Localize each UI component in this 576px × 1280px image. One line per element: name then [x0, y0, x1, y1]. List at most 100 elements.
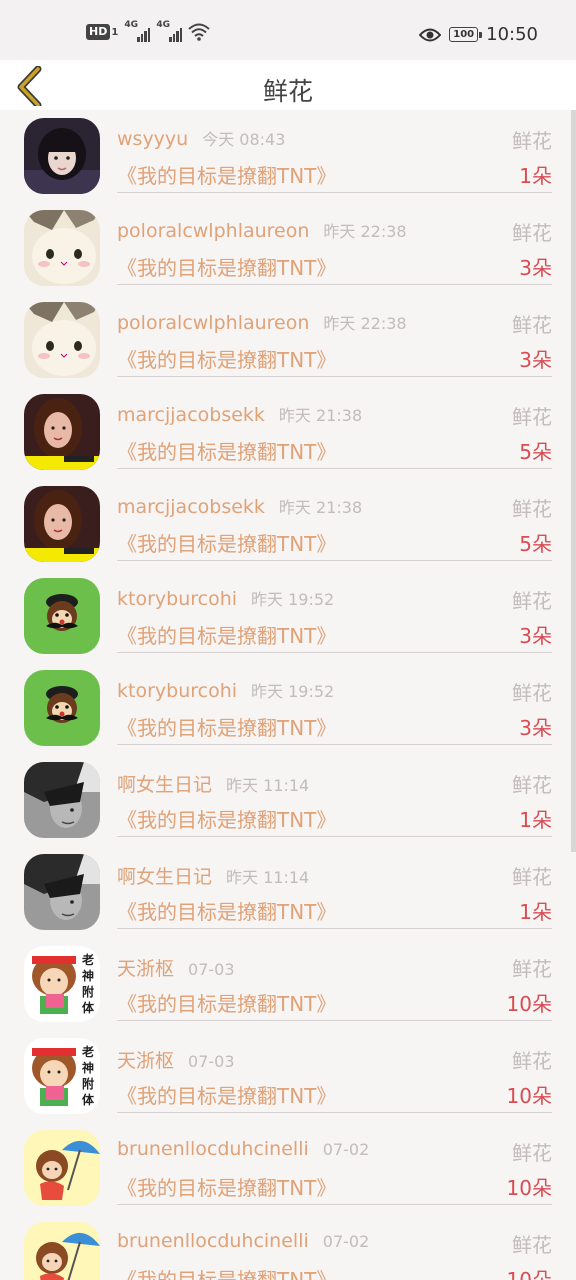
- svg-text:神: 神: [82, 1060, 94, 1075]
- list-item[interactable]: poloralcwlphlaureon 昨天 22:38 鲜花 《我的目标是撩翻TNT…: [0, 294, 566, 386]
- book-title[interactable]: 《我的目标是撩翻TNT》: [117, 1080, 336, 1109]
- signal-icon: 4G: [156, 20, 183, 42]
- timestamp: 07-02: [322, 1232, 370, 1251]
- avatar[interactable]: [24, 118, 100, 194]
- scrollbar[interactable]: [571, 110, 576, 852]
- username: brunenllocduhcinelli: [117, 1230, 309, 1252]
- list-item[interactable]: 啊女生日记 昨天 11:14 鲜花《我的目标是撩翻TNT》 1朵: [0, 754, 566, 846]
- user-meta: poloralcwlphlaureon 昨天 22:38: [117, 218, 407, 242]
- avatar[interactable]: [24, 578, 100, 654]
- user-meta: ktoryburcohi 昨天 19:52: [117, 586, 334, 610]
- timestamp: 07-03: [188, 1052, 235, 1071]
- timestamp: 今天 08:43: [202, 130, 286, 149]
- book-title[interactable]: 《我的目标是撩翻TNT》: [117, 712, 336, 741]
- gift-type: 鲜花: [512, 1049, 552, 1073]
- timestamp: 07-03: [188, 960, 235, 979]
- list-item[interactable]: poloralcwlphlaureon 昨天 22:38 鲜花《我的目标是撩翻TNT…: [0, 202, 566, 294]
- list-item[interactable]: brunenllocduhcinelli 07-02 鲜花 《我的目标是撩翻TNT》 1…: [0, 1122, 566, 1214]
- flower-quantity: 1朵: [519, 900, 552, 924]
- gift-type: 鲜花: [512, 497, 552, 521]
- username: brunenllocduhcinelli: [117, 1138, 309, 1160]
- book-title[interactable]: 《我的目标是撩翻TNT》: [117, 436, 336, 465]
- username: 啊女生日记: [117, 774, 213, 796]
- svg-text:老: 老: [82, 1044, 94, 1059]
- book-title[interactable]: 《我的目标是撩翻TNT》: [117, 620, 336, 649]
- flower-quantity: 10朵: [506, 1176, 552, 1200]
- book-title[interactable]: 《我的目标是撩翻TNT》: [117, 252, 336, 281]
- gift-type: 鲜花: [512, 957, 552, 981]
- flower-quantity: 1朵: [519, 808, 552, 832]
- book-title[interactable]: 《我的目标是撩翻TNT》: [117, 1264, 336, 1280]
- list-item[interactable]: 老 神 附 体 天浙枢 07-03 鲜花 《我的目标是撩翻TNT》 10朵: [0, 938, 566, 1030]
- gift-type: 鲜花: [512, 1233, 552, 1257]
- flower-quantity: 5朵: [519, 440, 552, 464]
- username: 天浙枢: [117, 958, 175, 980]
- flower-record-list[interactable]: wsyyyu 今天 08:43 鲜花 《我的目标是撩翻TNT》 1朵 poloralcw…: [0, 110, 576, 1280]
- timestamp: 昨天 21:38: [278, 406, 363, 425]
- list-item[interactable]: wsyyyu 今天 08:43 鲜花 《我的目标是撩翻TNT》 1朵: [0, 110, 566, 202]
- username: 天浙枢: [117, 1050, 175, 1072]
- flower-quantity: 10朵: [506, 1084, 552, 1108]
- list-item[interactable]: marcjjacobsekk 昨天 21:38 鲜花 《我的目标是撩翻TNT》 5朵: [0, 386, 566, 478]
- status-left: HD 1 4G 4G: [86, 20, 210, 42]
- svg-text:体: 体: [82, 1092, 95, 1107]
- book-title[interactable]: 《我的目标是撩翻TNT》: [117, 1172, 336, 1201]
- book-title[interactable]: 《我的目标是撩翻TNT》: [117, 988, 336, 1017]
- divider: [117, 468, 552, 469]
- hd-badge: HD: [86, 24, 111, 40]
- username: poloralcwlphlaureon: [117, 312, 310, 334]
- book-title[interactable]: 《我的目标是撩翻TNT》: [117, 896, 336, 925]
- timestamp: 昨天 19:52: [251, 590, 335, 609]
- list-item[interactable]: marcjjacobsekk 昨天 21:38 鲜花 《我的目标是撩翻TNT》 5朵: [0, 478, 566, 570]
- username: 啊女生日记: [117, 866, 213, 888]
- divider: [117, 652, 552, 653]
- clock: 10:50: [486, 24, 538, 45]
- list-item[interactable]: ktoryburcohi 昨天 19:52 鲜花 《我的目标是撩翻TNT》 3朵: [0, 662, 566, 754]
- status-bar: HD 1 4G 4G 100 10:50: [0, 0, 576, 60]
- book-title[interactable]: 《我的目标是撩翻TNT》: [117, 160, 336, 189]
- signal-icon: 4G: [124, 20, 151, 42]
- list-item[interactable]: ktoryburcohi 昨天 19:52 鲜花 《我的目标是撩翻TNT》 3朵: [0, 570, 566, 662]
- username: ktoryburcohi: [117, 680, 238, 702]
- avatar[interactable]: [24, 762, 100, 838]
- avatar[interactable]: [24, 210, 100, 286]
- svg-text:神: 神: [82, 968, 94, 983]
- svg-text:附: 附: [82, 984, 94, 999]
- user-meta: marcjjacobsekk 昨天 21:38: [117, 402, 362, 426]
- avatar[interactable]: [24, 670, 100, 746]
- flower-quantity: 1朵: [519, 164, 552, 188]
- username: marcjjacobsekk: [117, 404, 265, 426]
- timestamp: 昨天 11:14: [226, 776, 310, 795]
- book-title[interactable]: 《我的目标是撩翻TNT》: [117, 528, 336, 557]
- avatar[interactable]: [24, 1130, 100, 1206]
- avatar[interactable]: [24, 854, 100, 930]
- flower-quantity: 3朵: [519, 348, 552, 372]
- timestamp: 昨天 22:38: [323, 222, 407, 241]
- book-title[interactable]: 《我的目标是撩翻TNT》: [117, 804, 336, 833]
- user-meta: brunenllocduhcinelli 07-02: [117, 1230, 369, 1252]
- avatar[interactable]: [24, 1222, 100, 1280]
- status-right: 100 10:50: [419, 24, 538, 45]
- book-title[interactable]: 《我的目标是撩翻TNT》: [117, 344, 336, 373]
- gift-type: 鲜花: [512, 773, 552, 797]
- user-meta: 啊女生日记 昨天 11:14: [117, 770, 309, 797]
- avatar[interactable]: [24, 302, 100, 378]
- timestamp: 昨天 21:38: [278, 498, 363, 517]
- timestamp: 昨天 11:14: [226, 868, 310, 887]
- timestamp: 昨天 22:38: [323, 314, 407, 333]
- avatar[interactable]: [24, 394, 100, 470]
- gift-type: 鲜花: [512, 221, 552, 245]
- svg-text:体: 体: [82, 1000, 95, 1015]
- list-item[interactable]: 老 神 附 体 天浙枢 07-03 鲜花《我的目标是撩翻TNT》 10朵: [0, 1030, 566, 1122]
- list-item[interactable]: brunenllocduhcinelli 07-02 鲜花 《我的目标是撩翻TNT》 1…: [0, 1214, 566, 1280]
- divider: [117, 560, 552, 561]
- header: 鲜花: [0, 60, 576, 110]
- user-meta: poloralcwlphlaureon 昨天 22:38: [117, 310, 407, 334]
- avatar[interactable]: [24, 486, 100, 562]
- user-meta: ktoryburcohi 昨天 19:52: [117, 678, 334, 702]
- avatar[interactable]: 老 神 附 体: [24, 946, 100, 1022]
- divider: [117, 836, 552, 837]
- divider: [117, 1020, 552, 1021]
- list-item[interactable]: 啊女生日记 昨天 11:14 鲜花 《我的目标是撩翻TNT》 1朵: [0, 846, 566, 938]
- avatar[interactable]: 老 神 附 体: [24, 1038, 100, 1114]
